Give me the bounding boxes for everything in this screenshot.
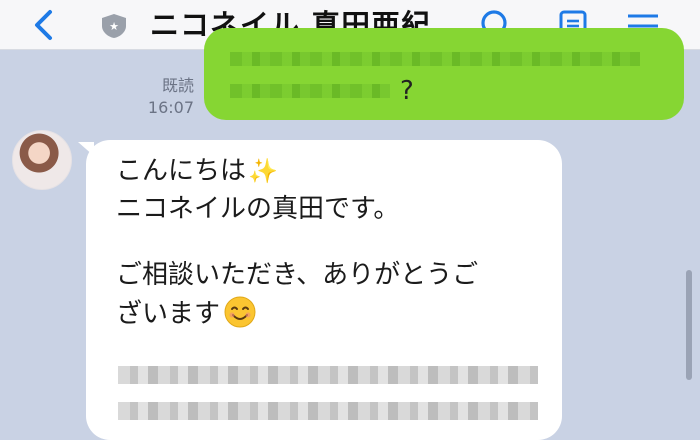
avatar[interactable] — [12, 130, 72, 190]
message-line: ニコネイルの真田です。 — [116, 194, 400, 224]
pixelated-text — [230, 52, 640, 66]
back-icon[interactable] — [30, 9, 58, 41]
sent-timestamp: 16:07 — [147, 98, 194, 117]
message-text: こんにちは — [116, 156, 247, 186]
message-line: こんにちは✨ — [116, 154, 278, 188]
smiley-icon — [224, 296, 256, 328]
message-line: ざいます — [116, 296, 256, 331]
read-status: 既読 — [161, 76, 194, 95]
sparkles-icon: ✨ — [248, 157, 278, 185]
sent-message-bubble[interactable] — [204, 28, 684, 120]
message-text: ざいます — [116, 299, 221, 329]
shield-icon: ★ — [102, 14, 126, 38]
message-line: ご相談いただき、ありがとうご — [116, 260, 479, 290]
pixelated-text — [118, 366, 538, 384]
sent-message-text: ? — [400, 76, 414, 106]
svg-text:★: ★ — [109, 20, 119, 33]
pixelated-text — [118, 402, 538, 420]
scrollbar[interactable] — [686, 270, 692, 380]
pixelated-text — [230, 84, 390, 98]
